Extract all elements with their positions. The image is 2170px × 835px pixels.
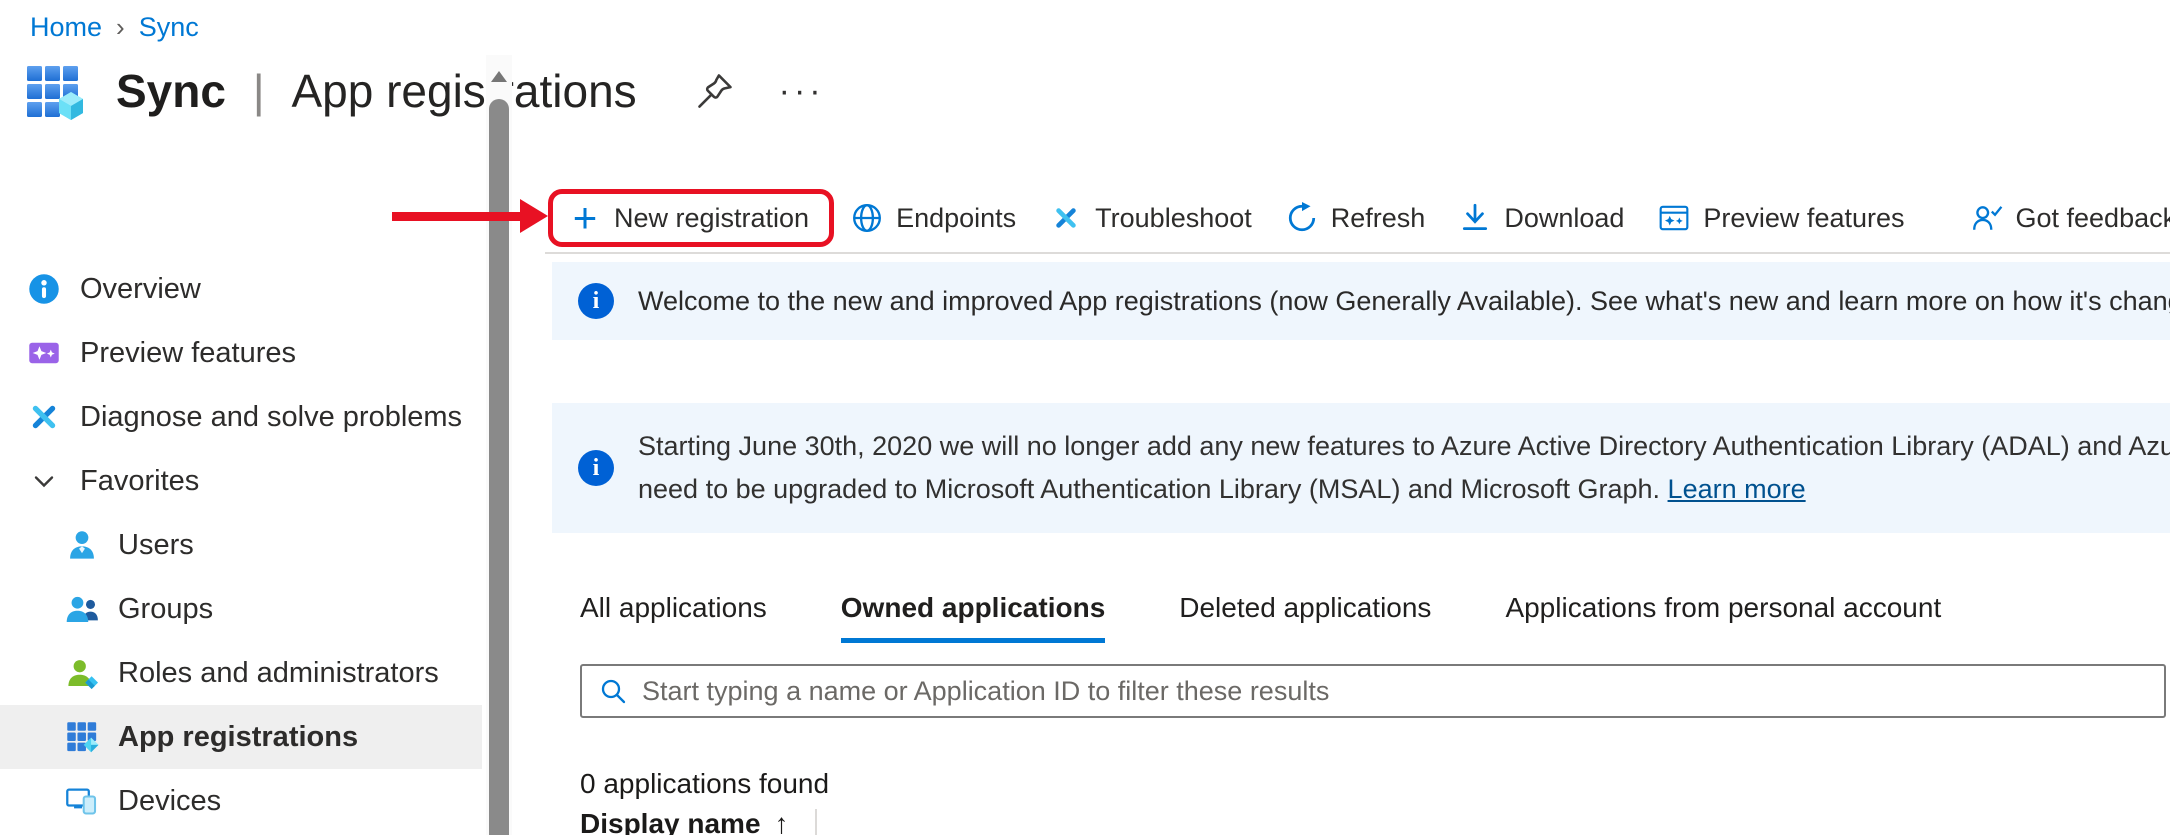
applications-count: 0 applications found [580, 768, 829, 800]
application-tabs: All applications Owned applications Dele… [580, 592, 1941, 643]
sidebar-item-roles[interactable]: Roles and administrators [0, 641, 482, 705]
plus-icon: + [569, 202, 601, 234]
sidebar-item-label: App registrations [118, 721, 358, 754]
scrollbar-up-arrow-icon[interactable] [491, 71, 507, 82]
sidebar-scrollbar[interactable] [486, 55, 512, 835]
new-registration-button[interactable]: + New registration [569, 202, 809, 234]
more-options-icon[interactable]: ··· [779, 81, 825, 101]
filter-search-input[interactable] [642, 676, 2164, 707]
scrollbar-thumb[interactable] [489, 99, 509, 835]
breadcrumb-current-link[interactable]: Sync [139, 12, 199, 43]
feedback-person-icon [1971, 202, 2003, 234]
app-registrations-page: Home › Sync [0, 0, 2170, 835]
devices-icon [64, 783, 100, 819]
toolbar-label: Refresh [1331, 203, 1426, 234]
breadcrumb-separator-icon: › [116, 12, 125, 43]
info-icon: i [578, 283, 614, 319]
breadcrumb: Home › Sync [30, 12, 199, 43]
column-divider [815, 809, 817, 835]
sidebar-item-diagnose[interactable]: Diagnose and solve problems [0, 385, 482, 449]
got-feedback-button[interactable]: Got feedback? [1954, 202, 2170, 234]
sidebar-item-app-registrations[interactable]: App registrations [0, 705, 482, 769]
tab-owned-applications[interactable]: Owned applications [841, 592, 1105, 643]
toolbar-label: Download [1504, 203, 1624, 234]
deprecation-banner-text: Starting June 30th, 2020 we will no long… [638, 431, 2170, 505]
sidebar-group-favorites[interactable]: Favorites [0, 449, 482, 513]
adal-deprecation-banner: i Starting June 30th, 2020 we will no lo… [552, 403, 2170, 533]
display-name-column-header: Display name ↑ [580, 808, 817, 835]
page-header: Sync | App registrations ··· [24, 58, 825, 124]
sidebar-item-label: Users [118, 529, 194, 562]
refresh-icon [1286, 202, 1318, 234]
refresh-button[interactable]: Refresh [1269, 202, 1443, 234]
sidebar-item-overview[interactable]: Overview [0, 257, 482, 321]
sidebar-item-label: Roles and administrators [118, 657, 439, 690]
command-bar: + New registration Endpoints Troubleshoo… [548, 183, 2170, 253]
app-registrations-icon [24, 58, 90, 124]
annotation-highlight-box: + New registration [548, 189, 834, 247]
role-admin-icon [64, 655, 100, 691]
display-name-sort-button[interactable]: Display name [580, 808, 761, 835]
pin-icon[interactable] [693, 69, 737, 113]
page-title-divider: | [253, 65, 265, 117]
search-icon [598, 676, 628, 706]
welcome-banner: i Welcome to the new and improved App re… [552, 262, 2170, 340]
sidebar-item-label: Preview features [80, 337, 296, 370]
annotation-arrow-head [520, 199, 548, 233]
page-title: Sync | App registrations [116, 64, 637, 118]
globe-icon [851, 202, 883, 234]
sidebar-item-users[interactable]: Users [0, 513, 482, 577]
toolbar-label: Got feedback? [2016, 203, 2170, 234]
toolbar-divider [545, 252, 2170, 254]
download-button[interactable]: Download [1442, 202, 1641, 234]
tab-deleted-applications[interactable]: Deleted applications [1179, 592, 1431, 643]
sidebar: Overview Preview features Diagnose and s… [0, 185, 512, 835]
page-title-section: App registrations [291, 65, 636, 117]
page-title-resource: Sync [116, 65, 226, 117]
welcome-banner-text: Welcome to the new and improved App regi… [638, 286, 2170, 317]
sidebar-item-devices[interactable]: Devices [0, 769, 482, 833]
sidebar-item-label: Groups [118, 593, 213, 626]
deprecation-line-1: Starting June 30th, 2020 we will no long… [638, 431, 2170, 462]
group-icon [64, 591, 100, 627]
troubleshoot-button[interactable]: Troubleshoot [1033, 202, 1269, 234]
learn-more-link[interactable]: Learn more [1668, 474, 1806, 504]
deprecation-line-2: need to be upgraded to Microsoft Authent… [638, 474, 2170, 505]
deprecation-line-2-text: need to be upgraded to Microsoft Authent… [638, 474, 1668, 504]
sidebar-item-label: Overview [80, 273, 201, 306]
sidebar-item-groups[interactable]: Groups [0, 577, 482, 641]
filter-search-box[interactable] [580, 664, 2166, 718]
sidebar-item-preview-features[interactable]: Preview features [0, 321, 482, 385]
tools-icon [26, 399, 62, 435]
sidebar-item-label: Diagnose and solve problems [80, 401, 462, 434]
sidebar-item-label: Devices [118, 785, 221, 818]
sort-ascending-icon: ↑ [775, 808, 789, 835]
preview-box-icon [1658, 202, 1690, 234]
download-icon [1459, 202, 1491, 234]
chevron-down-icon [26, 463, 62, 499]
grid-cube-icon [64, 719, 100, 755]
toolbar-label: Preview features [1703, 203, 1904, 234]
info-circle-icon [26, 271, 62, 307]
info-icon: i [578, 450, 614, 486]
toolbar-label: Troubleshoot [1095, 203, 1252, 234]
toolbar-label: Endpoints [896, 203, 1016, 234]
annotation-arrow-line [392, 212, 522, 221]
sidebar-item-label: Favorites [80, 465, 199, 498]
troubleshoot-tools-icon [1050, 202, 1082, 234]
user-icon [64, 527, 100, 563]
sparkles-icon [26, 335, 62, 371]
tab-personal-account-applications[interactable]: Applications from personal account [1505, 592, 1941, 643]
preview-features-button[interactable]: Preview features [1641, 202, 1921, 234]
tab-all-applications[interactable]: All applications [580, 592, 767, 643]
toolbar-label: New registration [614, 203, 809, 234]
breadcrumb-home-link[interactable]: Home [30, 12, 102, 43]
endpoints-button[interactable]: Endpoints [834, 202, 1033, 234]
